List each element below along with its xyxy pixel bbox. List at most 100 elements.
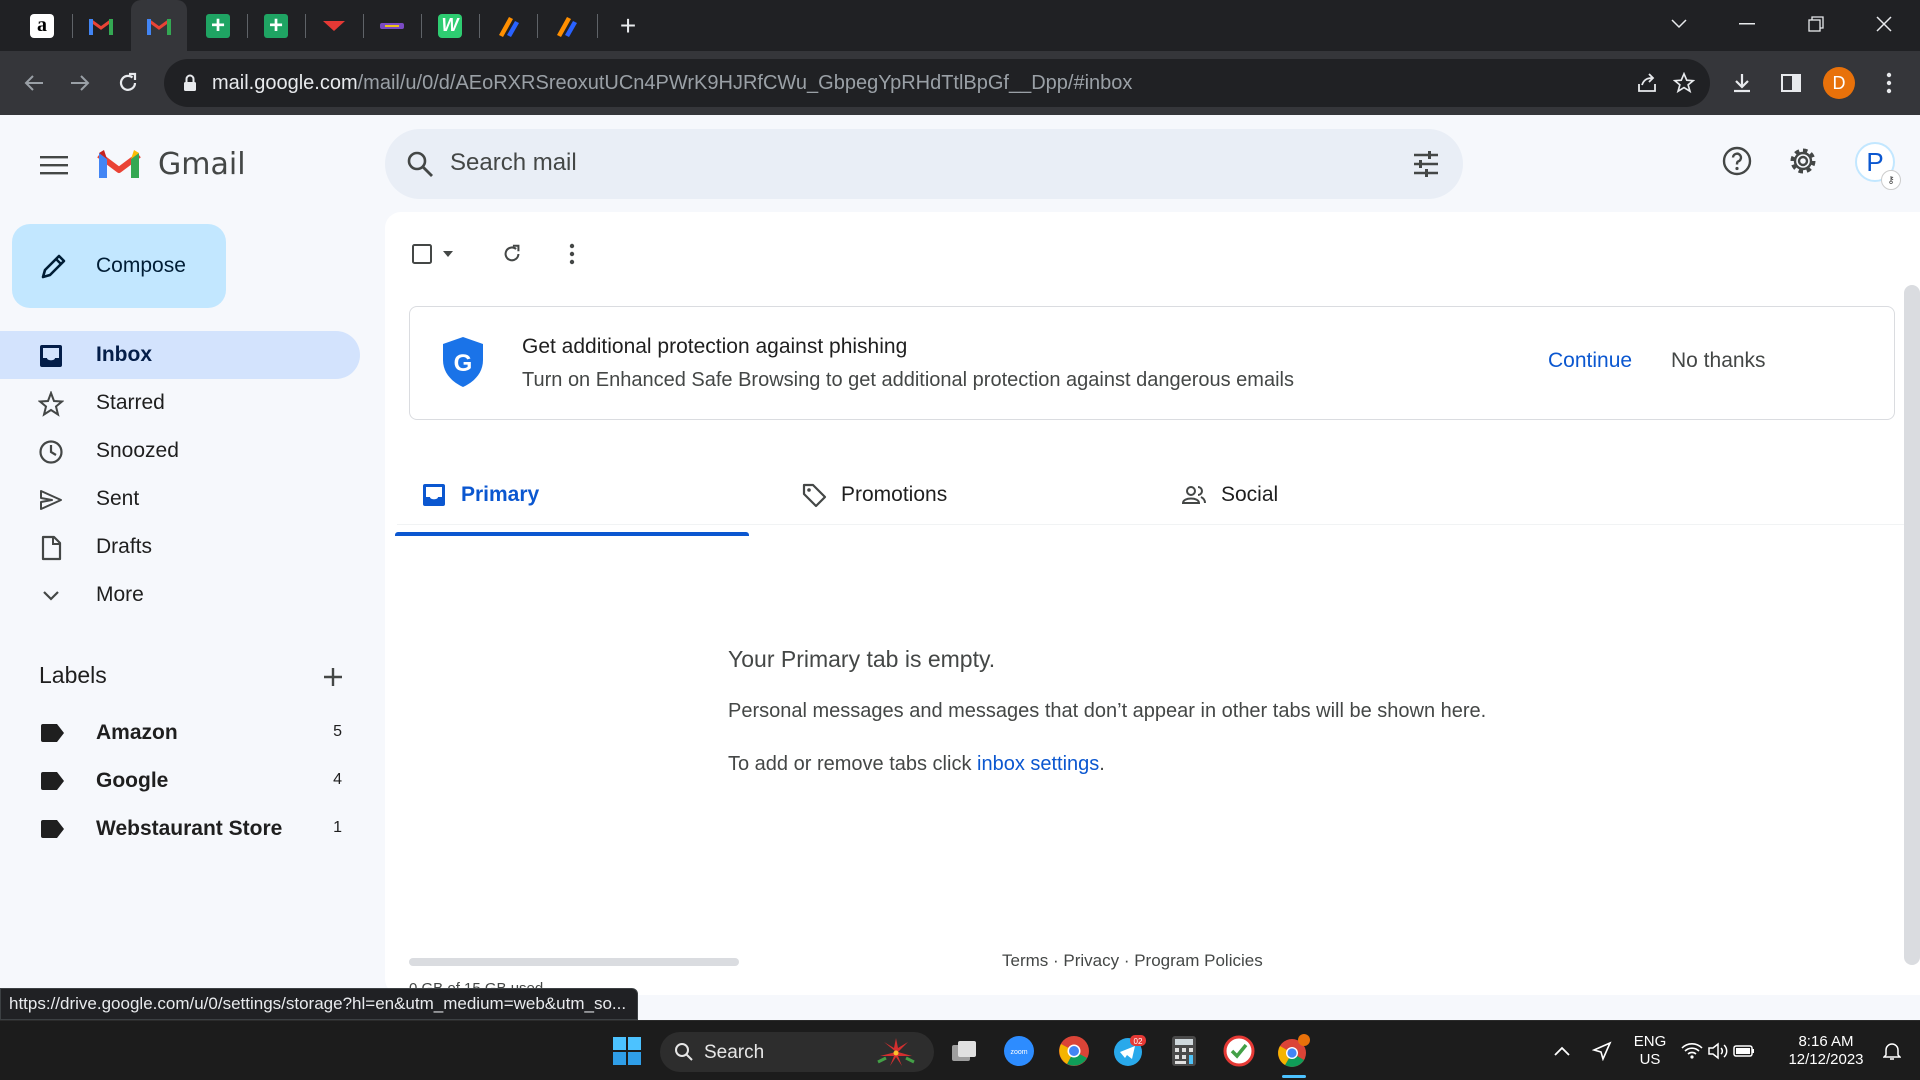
search-options-icon[interactable] (1411, 149, 1441, 179)
side-panel-button[interactable] (1773, 65, 1809, 101)
forward-button[interactable] (62, 65, 98, 101)
active-tab-indicator (395, 532, 749, 536)
search-input[interactable]: Search mail (450, 149, 577, 177)
support-button[interactable] (1717, 141, 1757, 181)
label-tag-icon (41, 724, 64, 742)
gmail-header: Gmail Search mail P ⚷ (0, 115, 1920, 211)
no-thanks-button[interactable]: No thanks (1671, 349, 1766, 373)
clock-date-button[interactable]: 8:16 AM 12/12/2023 (1780, 1033, 1872, 1069)
browser-tab-amazon[interactable]: a (14, 0, 70, 51)
search-icon[interactable] (405, 149, 435, 179)
nav-item-snoozed[interactable]: Snoozed (0, 427, 360, 475)
quick-settings-button[interactable] (1678, 1031, 1758, 1071)
taskbar-calculator[interactable] (1164, 1031, 1204, 1071)
banner-title: Get additional protection against phishi… (522, 335, 908, 358)
vertical-scrollbar[interactable] (1904, 285, 1920, 965)
taskbar-search-box[interactable]: Search (660, 1032, 934, 1072)
google-sheets-favicon-icon: + (264, 12, 288, 39)
label-tag-icon (41, 820, 64, 838)
settings-button[interactable] (1783, 141, 1823, 181)
browser-tab-pen-app-2[interactable] (538, 0, 594, 51)
notifications-button[interactable] (1872, 1031, 1912, 1071)
label-item-webstaurant-store[interactable]: Webstaurant Store 1 (0, 805, 360, 853)
show-hidden-icons-button[interactable] (1542, 1031, 1582, 1071)
share-icon (1638, 73, 1656, 92)
browser-tab-purple-logo[interactable] (364, 0, 420, 51)
pen-app-favicon-icon (499, 16, 519, 37)
browser-tab-pen-app-1[interactable] (480, 0, 536, 51)
tab-social-label: Social (1221, 483, 1279, 506)
send-icon (40, 490, 62, 510)
footer-links[interactable]: Terms · Privacy · Program Policies (1002, 951, 1263, 971)
nav-item-sent[interactable]: Sent (0, 475, 360, 523)
inbox-icon (423, 484, 445, 506)
google-sheets-favicon-icon: + (206, 12, 230, 39)
amazon-favicon-icon: a (30, 13, 54, 38)
address-bar[interactable]: mail.google.com/mail/u/0/d/AEoRXRSreoxut… (164, 59, 1710, 107)
label-item-amazon[interactable]: Amazon 5 (0, 709, 360, 757)
reload-button[interactable] (110, 65, 146, 101)
nav-item-starred[interactable]: Starred (0, 379, 360, 427)
horizontal-scrollbar[interactable] (409, 958, 739, 966)
wifi-icon (1681, 1043, 1703, 1059)
arrow-right-icon (71, 75, 90, 91)
tab-search-button[interactable] (1659, 6, 1699, 42)
new-tab-button[interactable]: + (612, 10, 644, 42)
taskbar-telegram[interactable]: 02 (1109, 1031, 1149, 1071)
share-page-button[interactable] (1633, 69, 1661, 97)
location-tray-button[interactable] (1582, 1031, 1622, 1071)
compose-button[interactable]: Compose (12, 224, 226, 308)
start-button[interactable] (607, 1031, 647, 1071)
main-menu-button[interactable] (32, 143, 76, 187)
star-outline-icon (1673, 72, 1695, 94)
nav-item-more[interactable]: More (0, 571, 360, 619)
tab-promotions-label: Promotions (841, 483, 948, 506)
bell-icon (1883, 1043, 1901, 1060)
w-app-favicon-icon: W (438, 13, 462, 38)
minimize-button[interactable] (1727, 6, 1767, 42)
label-item-google[interactable]: Google 4 (0, 757, 360, 805)
restore-button[interactable] (1796, 6, 1836, 42)
select-all-checkbox[interactable] (407, 234, 437, 274)
continue-button[interactable]: Continue (1548, 349, 1632, 373)
gmail-wordmark: Gmail (158, 147, 246, 182)
poinsettia-icon (877, 1038, 915, 1066)
browser-tab-red-logo[interactable] (306, 0, 362, 51)
nav-label-sent: Sent (96, 487, 140, 510)
more-actions-button[interactable] (552, 234, 592, 274)
empty-state-hint: To add or remove tabs click inbox settin… (728, 753, 1105, 776)
inbox-settings-link[interactable]: inbox settings (977, 753, 1099, 775)
nav-item-inbox[interactable]: Inbox (0, 331, 360, 379)
label-name: Google (96, 769, 169, 792)
input-language-indicator[interactable]: ENG US (1628, 1033, 1672, 1069)
bookmark-button[interactable] (1670, 69, 1698, 97)
browser-tab-w-app[interactable]: W (422, 0, 478, 51)
browser-tab-sheets-1[interactable]: + (190, 0, 246, 51)
taskbar-zoom[interactable]: zoom (999, 1031, 1039, 1071)
browser-tab-gmail-active[interactable] (131, 0, 187, 51)
refresh-button[interactable] (492, 234, 532, 274)
url-text: mail.google.com/mail/u/0/d/AEoRXRSreoxut… (212, 72, 1132, 95)
create-label-button[interactable] (317, 661, 349, 693)
browser-tab-sheets-2[interactable]: + (248, 0, 304, 51)
search-mail-bar[interactable]: Search mail (385, 129, 1463, 199)
back-button[interactable] (16, 65, 52, 101)
taskbar-chrome-1[interactable] (1054, 1031, 1094, 1071)
browser-profile-avatar[interactable]: D (1823, 67, 1855, 99)
language-code: ENG (1633, 1033, 1667, 1050)
taskbar-chrome-2[interactable] (1274, 1031, 1314, 1071)
red-logo-favicon-icon (323, 20, 345, 31)
browser-tab-gmail[interactable] (73, 0, 129, 51)
nav-item-drafts[interactable]: Drafts (0, 523, 360, 571)
plus-icon (324, 668, 342, 686)
browser-menu-button[interactable] (1871, 65, 1907, 101)
reload-icon (119, 72, 137, 91)
select-options-dropdown[interactable] (437, 234, 459, 274)
svg-text:G: G (454, 350, 473, 377)
taskbar-search-label: Search (704, 1042, 765, 1063)
chrome-icon (1278, 1034, 1310, 1067)
task-view-button[interactable] (944, 1031, 984, 1071)
taskbar-checklist-app[interactable] (1219, 1031, 1259, 1071)
downloads-button[interactable] (1724, 65, 1760, 101)
close-window-button[interactable] (1864, 6, 1904, 42)
